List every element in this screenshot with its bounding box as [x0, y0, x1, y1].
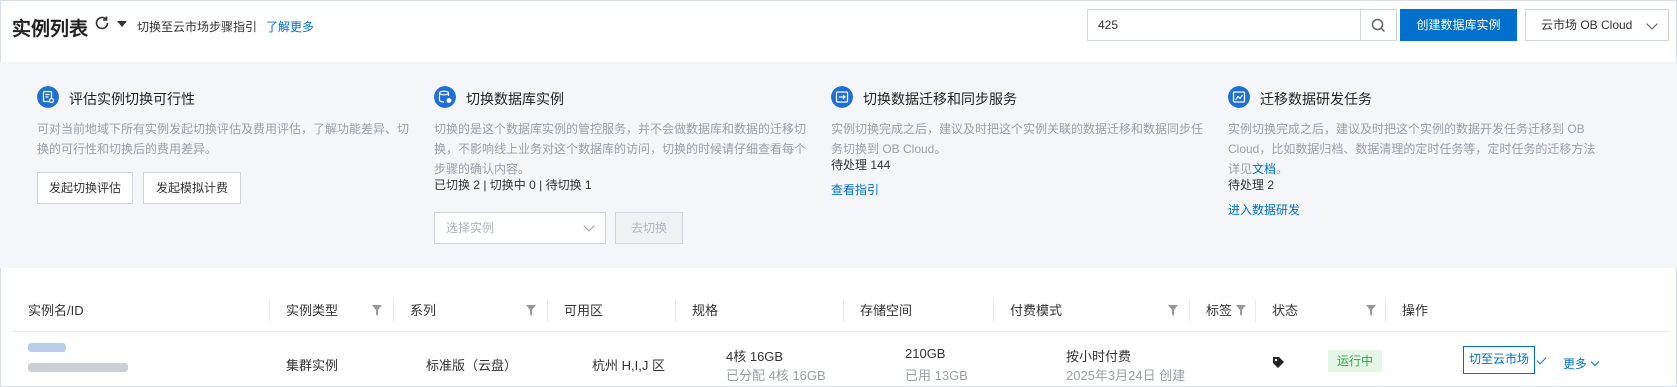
more-actions-button[interactable]: 更多: [1563, 355, 1600, 372]
filter-icon[interactable]: [1236, 305, 1246, 316]
column-header-zone: 可用区: [548, 290, 676, 332]
column-label: 系列: [410, 303, 437, 318]
search-button[interactable]: [1361, 9, 1397, 41]
column-label: 操作: [1402, 303, 1429, 318]
card-description: 实例切换完成之后，建议及时把这个实例关联的数据迁移和数据同步任务切换到 OB C…: [831, 122, 1204, 156]
chevron-down-icon: [1646, 18, 1658, 30]
card-migration: 切换数据迁移和同步服务 实例切换完成之后，建议及时把这个实例关联的数据迁移和数据…: [831, 62, 1211, 268]
column-header-actions: 操作: [1386, 290, 1669, 332]
instance-select-placeholder: 选择实例: [446, 221, 495, 235]
card-description: 可对当前地域下所有实例发起切换评估及费用评估，了解功能差异、切换的可行性和切换后…: [37, 122, 410, 156]
devtask-icon: [1228, 86, 1250, 108]
tag-icon[interactable]: [1272, 356, 1285, 369]
column-header-tag: 标签: [1190, 290, 1256, 332]
docs-link[interactable]: 文档: [1252, 162, 1276, 176]
instance-storage: 210GB: [905, 346, 946, 361]
switch-to-marketplace-button[interactable]: 切至云市场: [1463, 346, 1535, 374]
instance-name-link[interactable]: [28, 343, 66, 352]
region-select-value: 云市场 OB Cloud: [1541, 18, 1633, 32]
column-header-name: 实例名/ID: [12, 290, 270, 332]
database-icon: [434, 86, 456, 108]
start-assessment-button[interactable]: 发起切换评估: [37, 172, 133, 204]
go-switch-button[interactable]: 去切换: [615, 212, 683, 244]
column-label: 状态: [1272, 303, 1299, 318]
column-header-spec: 规格: [676, 290, 844, 332]
table-header: 实例名/ID 实例类型 系列 可用区 规格 存储空间 付费模式 标签 状态 操作: [12, 290, 1669, 332]
instance-created: 2025年3月24日 创建: [1066, 368, 1186, 383]
filter-icon[interactable]: [1168, 305, 1178, 316]
instance-series: 标准版（云盘）: [426, 358, 518, 373]
search-box: [1087, 9, 1361, 41]
column-label: 可用区: [564, 303, 604, 318]
guide-text: 切换至云市场步骤指引: [137, 20, 258, 34]
learn-more-link[interactable]: 了解更多: [266, 18, 314, 35]
pending-count: 待处理 144: [831, 158, 891, 172]
pending-count: 待处理 2: [1228, 178, 1275, 192]
more-label: 更多: [1563, 357, 1588, 371]
page-header: 实例列表 切换至云市场步骤指引 了解更多 创建数据库实例 云市场 OB Clou…: [0, 0, 1677, 50]
instance-id: [28, 363, 128, 372]
card-switch: 切换数据库实例 切换的是这个数据库实例的管控服务，并不会做数据库和数据的迁移切换…: [434, 62, 814, 268]
caret-down-icon[interactable]: [117, 21, 127, 27]
card-title: 评估实例切换可行性: [69, 91, 195, 107]
column-header-status: 状态: [1256, 290, 1386, 332]
chevron-down-icon: [583, 220, 595, 232]
column-label: 规格: [692, 303, 719, 318]
filter-icon[interactable]: [372, 305, 382, 316]
card-title: 切换数据库实例: [466, 91, 564, 107]
migration-icon: [831, 86, 853, 108]
assess-icon: [37, 86, 59, 108]
column-header-series: 系列: [394, 290, 548, 332]
column-label: 实例名/ID: [28, 303, 84, 318]
filter-icon[interactable]: [1366, 305, 1376, 316]
card-title: 迁移数据研发任务: [1260, 91, 1372, 107]
card-description: 切换的是这个数据库实例的管控服务，并不会做数据库和数据的迁移切换，不影响线上业务…: [434, 122, 807, 176]
instance-select[interactable]: 选择实例: [434, 212, 606, 244]
region-select[interactable]: 云市场 OB Cloud: [1525, 9, 1669, 41]
instance-billing: 按小时付费: [1066, 349, 1132, 364]
column-header-type: 实例类型: [270, 290, 394, 332]
guide-panel: 评估实例切换可行性 可对当前地域下所有实例发起切换评估及费用评估，了解功能差异、…: [0, 62, 1677, 268]
column-label: 标签: [1206, 303, 1233, 318]
simulate-billing-button[interactable]: 发起模拟计费: [143, 172, 241, 204]
column-header-billing: 付费模式: [994, 290, 1190, 332]
page-title: 实例列表: [12, 19, 89, 40]
column-label: 实例类型: [286, 303, 339, 318]
instance-type: 集群实例: [286, 358, 339, 373]
column-label: 付费模式: [1010, 303, 1063, 318]
filter-icon[interactable]: [526, 305, 536, 316]
card-title: 切换数据迁移和同步服务: [863, 91, 1017, 107]
column-label: 存储空间: [860, 303, 913, 318]
search-input[interactable]: [1088, 10, 1358, 40]
instance-spec-allocated: 已分配 4核 16GB: [726, 368, 826, 383]
data-dev-link[interactable]: 进入数据研发: [1228, 201, 1300, 218]
instance-zone: 杭州 H,I,J 区: [592, 358, 665, 373]
search-icon: [1371, 18, 1386, 33]
status-badge: 运行中: [1328, 350, 1383, 372]
card-devtask: 迁移数据研发任务 实例切换完成之后，建议及时把这个实例的数据开发任务迁移到 OB…: [1228, 62, 1608, 268]
card-description-end: 。: [1276, 162, 1289, 176]
card-description: 实例切换完成之后，建议及时把这个实例的数据开发任务迁移到 OB Cloud，比如…: [1228, 119, 1603, 179]
card-assess: 评估实例切换可行性 可对当前地域下所有实例发起切换评估及费用评估，了解功能差异、…: [37, 62, 417, 268]
chevron-down-icon: [1590, 357, 1600, 367]
switch-stats: 已切换 2 | 切换中 0 | 待切换 1: [434, 178, 592, 192]
column-header-storage: 存储空间: [844, 290, 994, 332]
create-instance-button[interactable]: 创建数据库实例: [1400, 9, 1517, 41]
instance-storage-used: 已用 13GB: [905, 368, 968, 383]
view-guide-link[interactable]: 查看指引: [831, 181, 879, 198]
refresh-icon[interactable]: [93, 14, 111, 32]
instance-spec: 4核 16GB: [726, 349, 784, 364]
